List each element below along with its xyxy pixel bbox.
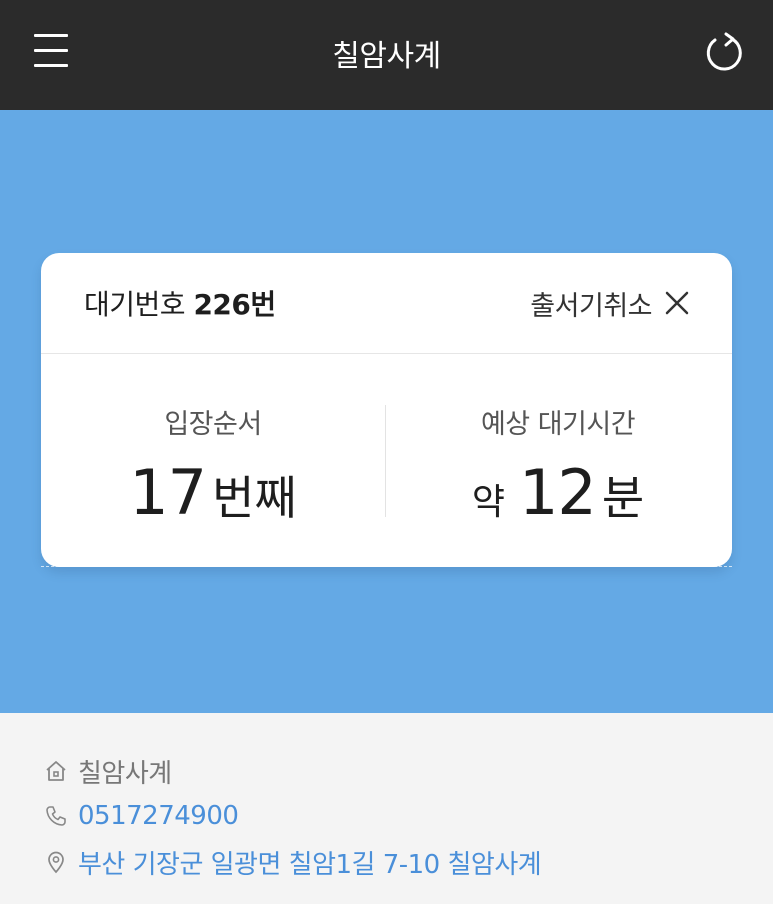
refresh-icon xyxy=(706,32,742,71)
entry-order-label: 입장순서 xyxy=(164,409,262,440)
waiting-number-value: 226번 xyxy=(193,288,276,321)
entry-order-unit: 번째 xyxy=(212,471,297,525)
waiting-number-label: 대기번호 xyxy=(84,288,186,321)
store-phone-link[interactable]: 0517274900 xyxy=(44,798,239,834)
refresh-button[interactable] xyxy=(702,30,746,76)
cancel-label: 출서기취소 xyxy=(530,290,652,322)
store-address-link[interactable]: 부산 기장군 일광면 칠암1길 7-10 칠암사계 xyxy=(44,844,542,880)
store-name-row: 칠암사계 xyxy=(44,753,172,789)
estimated-wait-unit: 분 xyxy=(601,471,645,525)
entry-order-number: 17 xyxy=(129,456,207,529)
ticket-header: 대기번호 226번 출서기취소 xyxy=(41,253,732,354)
store-name: 칠암사계 xyxy=(78,758,172,789)
estimated-wait-value: 약 12 분 xyxy=(386,456,730,529)
estimated-wait-label: 예상 대기시간 xyxy=(480,409,636,440)
store-phone: 0517274900 xyxy=(78,801,239,831)
cancel-waiting-button[interactable]: 출서기취소 xyxy=(530,283,690,323)
location-pin-icon xyxy=(48,851,64,874)
entry-order-value: 17 번째 xyxy=(41,456,385,529)
store-address: 부산 기장군 일광면 칠암1길 7-10 칠암사계 xyxy=(78,849,542,880)
waiting-number: 대기번호 226번 xyxy=(84,283,276,323)
store-info-section: 칠암사계 0517274900 부산 기장군 일광면 칠암1길 7-10 칠암사… xyxy=(0,713,773,904)
top-app-bar: 칠암사계 xyxy=(0,0,773,110)
waiting-status-section: 대기번호 226번 출서기취소 입장순서 17 번째 예상 대기시간 약 12 … xyxy=(0,110,773,713)
ticket-body: 입장순서 17 번째 예상 대기시간 약 12 분 xyxy=(41,354,732,567)
page-title: 칠암사계 xyxy=(332,39,441,74)
estimated-wait-block: 예상 대기시간 약 12 분 xyxy=(386,354,730,567)
waiting-ticket-card: 대기번호 226번 출서기취소 입장순서 17 번째 예상 대기시간 약 12 … xyxy=(41,253,732,567)
entry-order-block: 입장순서 17 번째 xyxy=(41,354,385,567)
close-icon xyxy=(665,291,689,315)
phone-icon xyxy=(46,806,66,826)
estimated-wait-number: 12 xyxy=(518,456,597,529)
card-dashed-edge xyxy=(41,566,732,567)
estimated-wait-prefix: 약 xyxy=(471,482,505,523)
home-icon xyxy=(46,761,66,781)
